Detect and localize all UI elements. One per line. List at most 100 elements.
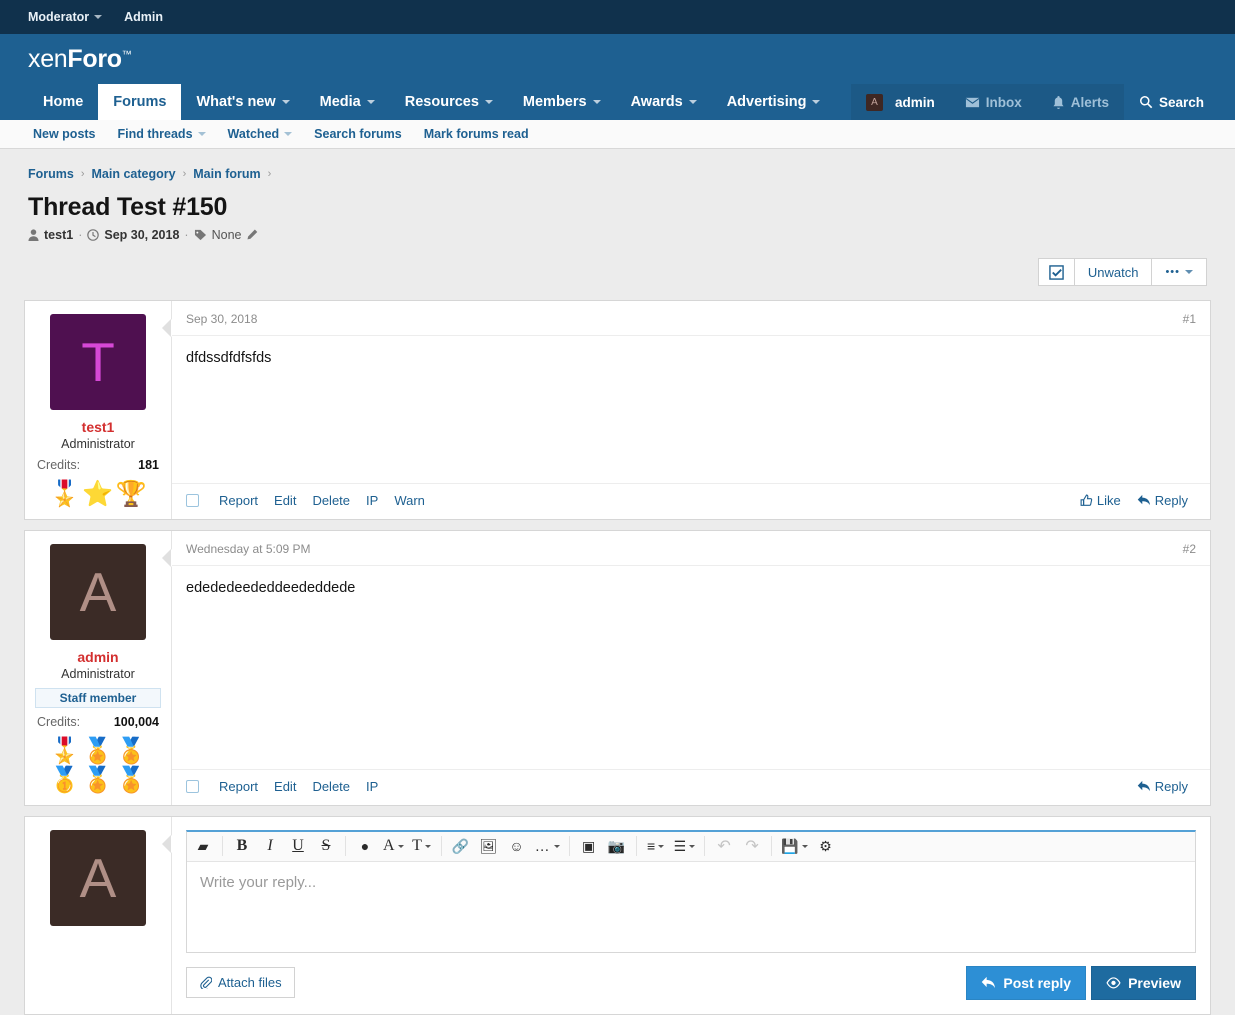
- toolbar-glyph: B: [237, 837, 248, 855]
- chevron-down-icon: [658, 845, 664, 848]
- pencil-icon[interactable]: [246, 229, 258, 241]
- undo-icon[interactable]: ↶: [710, 832, 738, 860]
- nav-item-resources[interactable]: Resources: [390, 84, 508, 120]
- nav-item-advertising[interactable]: Advertising: [712, 84, 836, 120]
- font-family-icon[interactable]: A: [379, 832, 408, 860]
- attach-files-button[interactable]: Attach files: [186, 967, 295, 998]
- post-date[interactable]: Wednesday at 5:09 PM: [186, 542, 311, 556]
- nav-item-media[interactable]: Media: [305, 84, 390, 120]
- search-link[interactable]: Search: [1124, 84, 1219, 120]
- subnav-item-new-posts[interactable]: New posts: [22, 127, 107, 141]
- avatar[interactable]: T: [50, 314, 146, 410]
- toolbar-glyph: ≡: [647, 838, 655, 854]
- watch-toggle-button[interactable]: Unwatch: [1074, 258, 1153, 286]
- alerts-link[interactable]: Alerts: [1037, 95, 1124, 110]
- reply-button[interactable]: Reply: [1129, 779, 1196, 794]
- avatar[interactable]: A: [50, 544, 146, 640]
- avatar[interactable]: A: [50, 830, 146, 926]
- post-action-delete[interactable]: Delete: [304, 493, 358, 508]
- underline-icon[interactable]: U: [284, 832, 312, 860]
- topbar-moderator-menu[interactable]: Moderator: [28, 10, 102, 24]
- attach-files-label: Attach files: [218, 975, 282, 990]
- strikethrough-icon[interactable]: S: [312, 832, 340, 860]
- reply-input[interactable]: Write your reply...: [187, 862, 1195, 952]
- subnav-item-watched[interactable]: Watched: [217, 127, 304, 141]
- post-action-report[interactable]: Report: [211, 779, 266, 794]
- breadcrumb-item[interactable]: Main forum: [193, 167, 260, 181]
- user-icon: [28, 229, 39, 241]
- media-icon[interactable]: ▣: [575, 832, 603, 860]
- post-username[interactable]: admin: [35, 649, 161, 665]
- italic-icon[interactable]: I: [256, 832, 284, 860]
- redo-icon[interactable]: ↷: [738, 832, 766, 860]
- settings-icon[interactable]: ⚙: [812, 832, 840, 860]
- user-credits-row: Credits:100,004: [35, 715, 161, 729]
- post-username[interactable]: test1: [35, 419, 161, 435]
- site-logo[interactable]: xenForo™: [28, 45, 131, 74]
- topbar-moderator-label: Moderator: [28, 10, 89, 24]
- more-options-icon[interactable]: …: [531, 832, 564, 860]
- trophy-badge-icon[interactable]: 🥇: [49, 767, 80, 795]
- reply-button[interactable]: Reply: [1129, 493, 1196, 508]
- trophy-badge-icon[interactable]: 🏅: [82, 738, 113, 766]
- subnav-item-mark-forums-read[interactable]: Mark forums read: [413, 127, 540, 141]
- text-color-icon[interactable]: ●: [351, 832, 379, 860]
- select-posts-toggle[interactable]: [1038, 258, 1075, 286]
- visitor-account-menu[interactable]: A admin: [851, 94, 950, 111]
- trophy-badge-icon[interactable]: 🏅: [116, 738, 147, 766]
- post-action-ip[interactable]: IP: [358, 493, 386, 508]
- post-action-ip[interactable]: IP: [358, 779, 386, 794]
- post-number[interactable]: #2: [1183, 542, 1196, 556]
- bold-icon[interactable]: B: [228, 832, 256, 860]
- image-icon[interactable]: 🖼: [475, 832, 503, 860]
- nav-item-awards[interactable]: Awards: [616, 84, 712, 120]
- post-action-report[interactable]: Report: [211, 493, 266, 508]
- trophy-badge-icon[interactable]: 🎖️: [49, 481, 80, 509]
- post-number[interactable]: #1: [1183, 312, 1196, 326]
- thread-tags[interactable]: None: [212, 228, 242, 242]
- subnav-item-find-threads[interactable]: Find threads: [107, 127, 217, 141]
- draft-icon[interactable]: 💾: [777, 832, 811, 860]
- inbox-link[interactable]: Inbox: [950, 95, 1037, 110]
- post-list: Ttest1AdministratorCredits:181🎖️⭐🏆Sep 30…: [24, 300, 1211, 806]
- breadcrumb-item[interactable]: Forums: [28, 167, 74, 181]
- post-date[interactable]: Sep 30, 2018: [186, 312, 257, 326]
- thread-author[interactable]: test1: [44, 228, 73, 242]
- list-icon[interactable]: ☰: [670, 832, 700, 860]
- more-actions-button[interactable]: •••: [1151, 258, 1207, 286]
- trophy-badge-icon[interactable]: 🏅: [82, 767, 113, 795]
- remove-formatting-icon[interactable]: ▰: [189, 832, 217, 860]
- trophy-badge-icon[interactable]: ⭐: [82, 481, 113, 509]
- post-action-edit[interactable]: Edit: [266, 779, 304, 794]
- link-icon[interactable]: 🔗: [447, 832, 475, 860]
- nav-item-members[interactable]: Members: [508, 84, 616, 120]
- align-icon[interactable]: ≡: [642, 832, 670, 860]
- font-size-icon[interactable]: T: [408, 832, 436, 860]
- post-user-title: Administrator: [35, 437, 161, 451]
- smilies-icon[interactable]: ☺: [503, 832, 531, 860]
- trophy-badge-icon[interactable]: 🎖️: [49, 738, 80, 766]
- toolbar-separator: [771, 836, 772, 856]
- preview-button[interactable]: Preview: [1091, 966, 1196, 1000]
- post-action-edit[interactable]: Edit: [266, 493, 304, 508]
- nav-item-forums[interactable]: Forums: [98, 84, 181, 120]
- subnav-item-search-forums[interactable]: Search forums: [303, 127, 413, 141]
- like-button[interactable]: Like: [1072, 493, 1129, 508]
- nav-item-what-s-new[interactable]: What's new: [181, 84, 304, 120]
- trophy-badge-icon[interactable]: 🏆: [116, 481, 147, 509]
- thread-body: Ttest1AdministratorCredits:181🎖️⭐🏆Sep 30…: [0, 300, 1235, 1015]
- trophy-badge-icon[interactable]: 🏅: [116, 767, 147, 795]
- post-action-warn[interactable]: Warn: [386, 493, 433, 508]
- post-select-checkbox[interactable]: [186, 780, 199, 793]
- chevron-down-icon: [689, 845, 695, 848]
- nav-item-home[interactable]: Home: [28, 84, 98, 120]
- more-actions-dots: •••: [1165, 266, 1180, 278]
- post-select-checkbox[interactable]: [186, 494, 199, 507]
- alerts-label: Alerts: [1071, 95, 1109, 110]
- nav-item-label: Resources: [405, 94, 479, 110]
- post-action-delete[interactable]: Delete: [304, 779, 358, 794]
- camera-icon[interactable]: 📷: [603, 832, 631, 860]
- breadcrumb-item[interactable]: Main category: [92, 167, 176, 181]
- post-reply-button[interactable]: Post reply: [966, 966, 1086, 1000]
- topbar-admin-link[interactable]: Admin: [124, 10, 163, 24]
